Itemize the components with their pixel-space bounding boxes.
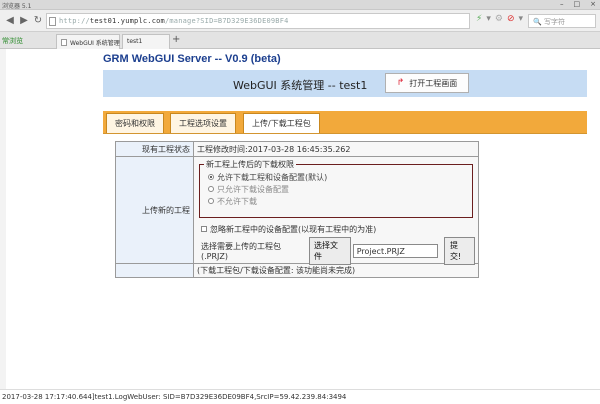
address-bar[interactable]: http://test01.yumplc.com/manage?SID=B7D3… bbox=[46, 13, 470, 29]
radio-button[interactable] bbox=[208, 186, 214, 192]
table-row: (下载工程包/下载设备配置: 该功能尚未完成) bbox=[115, 263, 479, 278]
radio-no-download[interactable]: 不允许下载 bbox=[208, 195, 472, 207]
page-icon bbox=[49, 17, 56, 26]
favorites-link[interactable]: 常浏览 bbox=[2, 36, 23, 46]
dropdown-arrow-icon[interactable]: ▾ bbox=[518, 14, 523, 24]
browser-tab-webgui[interactable]: WebGUI 系统管理 bbox=[56, 34, 120, 49]
upload-form-table: 现有工程状态 工程修改时间:2017-03-28 16:45:35.262 上传… bbox=[115, 141, 479, 278]
address-url[interactable]: http://test01.yumplc.com/manage?SID=B7D3… bbox=[59, 17, 289, 25]
file-upload-row: 选择需要上传的工程包(.PRJZ) 选择文件 Project.PRJZ 提交! bbox=[201, 237, 475, 265]
browser-tab-test1[interactable]: test1 bbox=[122, 34, 170, 49]
browser-tab-bar: 常浏览 WebGUI 系统管理 test1 + bbox=[0, 32, 600, 49]
open-arrow-icon: ↱ bbox=[396, 78, 405, 88]
back-icon[interactable]: ◀ bbox=[4, 15, 16, 27]
download-note: (下载工程包/下载设备配置: 该功能尚未完成) bbox=[193, 263, 479, 278]
browser-toolbar: ◀ ▶ ↻ http://test01.yumplc.com/manage?SI… bbox=[0, 10, 600, 32]
left-panel bbox=[0, 49, 6, 389]
download-permission-group: 新工程上传后的下载权限 允许下载工程和设备配置(默认) 只允许下载设备配置 不允… bbox=[199, 159, 473, 218]
minimize-icon[interactable]: – bbox=[560, 0, 564, 8]
radio-button[interactable] bbox=[208, 174, 214, 180]
new-tab-icon[interactable]: + bbox=[172, 34, 180, 45]
open-project-label: 打开工程画面 bbox=[409, 78, 458, 88]
dropdown-icon[interactable]: ▾ bbox=[486, 14, 491, 24]
ignore-config-checkbox[interactable] bbox=[201, 226, 207, 232]
search-input[interactable]: 🔍 写字符 bbox=[528, 14, 596, 28]
submit-button[interactable]: 提交! bbox=[443, 237, 475, 265]
app-title: GRM WebGUI Server -- V0.9 (beta) bbox=[103, 53, 281, 65]
empty-label bbox=[115, 263, 194, 278]
ignore-config-label: 忽略新工程中的设备配置(以现有工程中的为准) bbox=[210, 224, 377, 234]
fieldset-legend: 新工程上传后的下载权限 bbox=[204, 159, 296, 170]
window-title-bar: 浏览器 5.1 – □ × bbox=[0, 0, 600, 10]
radio-config-only[interactable]: 只允许下载设备配置 bbox=[208, 183, 472, 195]
choose-file-prompt: 选择需要上传的工程包(.PRJZ) bbox=[201, 242, 281, 261]
file-name-field[interactable]: Project.PRJZ bbox=[352, 244, 438, 258]
page-icon bbox=[61, 39, 67, 46]
forward-icon[interactable]: ▶ bbox=[18, 15, 30, 27]
status-value: 工程修改时间:2017-03-28 16:45:35.262 bbox=[193, 141, 479, 157]
table-row: 现有工程状态 工程修改时间:2017-03-28 16:45:35.262 bbox=[115, 141, 479, 157]
stop-icon[interactable]: ⊘ bbox=[507, 14, 515, 24]
table-row: 上传新的工程 新工程上传后的下载权限 允许下载工程和设备配置(默认) 只允许下载… bbox=[115, 156, 479, 265]
window-title: 浏览器 5.1 bbox=[2, 3, 32, 10]
tab-divider bbox=[103, 133, 587, 134]
status-bar: 2017-03-28 17:17:40.644]test1.LogWebUser… bbox=[0, 389, 600, 404]
upload-label: 上传新的工程 bbox=[115, 156, 194, 264]
close-icon[interactable]: × bbox=[590, 0, 596, 8]
radio-button[interactable] bbox=[208, 198, 214, 204]
header-banner: WebGUI 系统管理 -- test1 ↱ 打开工程画面 bbox=[103, 70, 587, 97]
tab-password-permissions[interactable]: 密码和权限 bbox=[106, 113, 164, 133]
maximize-icon[interactable]: □ bbox=[574, 0, 581, 8]
tab-project-options[interactable]: 工程选项设置 bbox=[170, 113, 236, 133]
status-label: 现有工程状态 bbox=[115, 141, 194, 157]
choose-file-button[interactable]: 选择文件 bbox=[309, 237, 351, 265]
lightning-icon[interactable]: ⚡ bbox=[476, 14, 482, 24]
refresh-icon[interactable]: ↻ bbox=[32, 15, 44, 27]
page-content: GRM WebGUI Server -- V0.9 (beta) WebGUI … bbox=[0, 49, 600, 389]
radio-allow-all[interactable]: 允许下载工程和设备配置(默认) bbox=[208, 171, 472, 183]
address-actions: ⚡ ▾ ⚙ ⊘ ▾ bbox=[476, 14, 523, 24]
open-project-button[interactable]: ↱ 打开工程画面 bbox=[385, 73, 469, 93]
ignore-config-option[interactable]: 忽略新工程中的设备配置(以现有工程中的为准) bbox=[201, 222, 475, 236]
settings-icon[interactable]: ⚙ bbox=[495, 14, 503, 24]
settings-tabs: 密码和权限 工程选项设置 上传/下载工程包 bbox=[103, 111, 587, 133]
upload-cell: 新工程上传后的下载权限 允许下载工程和设备配置(默认) 只允许下载设备配置 不允… bbox=[193, 156, 479, 265]
banner-title: WebGUI 系统管理 -- test1 bbox=[233, 79, 368, 92]
tab-upload-download[interactable]: 上传/下载工程包 bbox=[243, 113, 320, 133]
window-controls: – □ × bbox=[560, 0, 596, 8]
